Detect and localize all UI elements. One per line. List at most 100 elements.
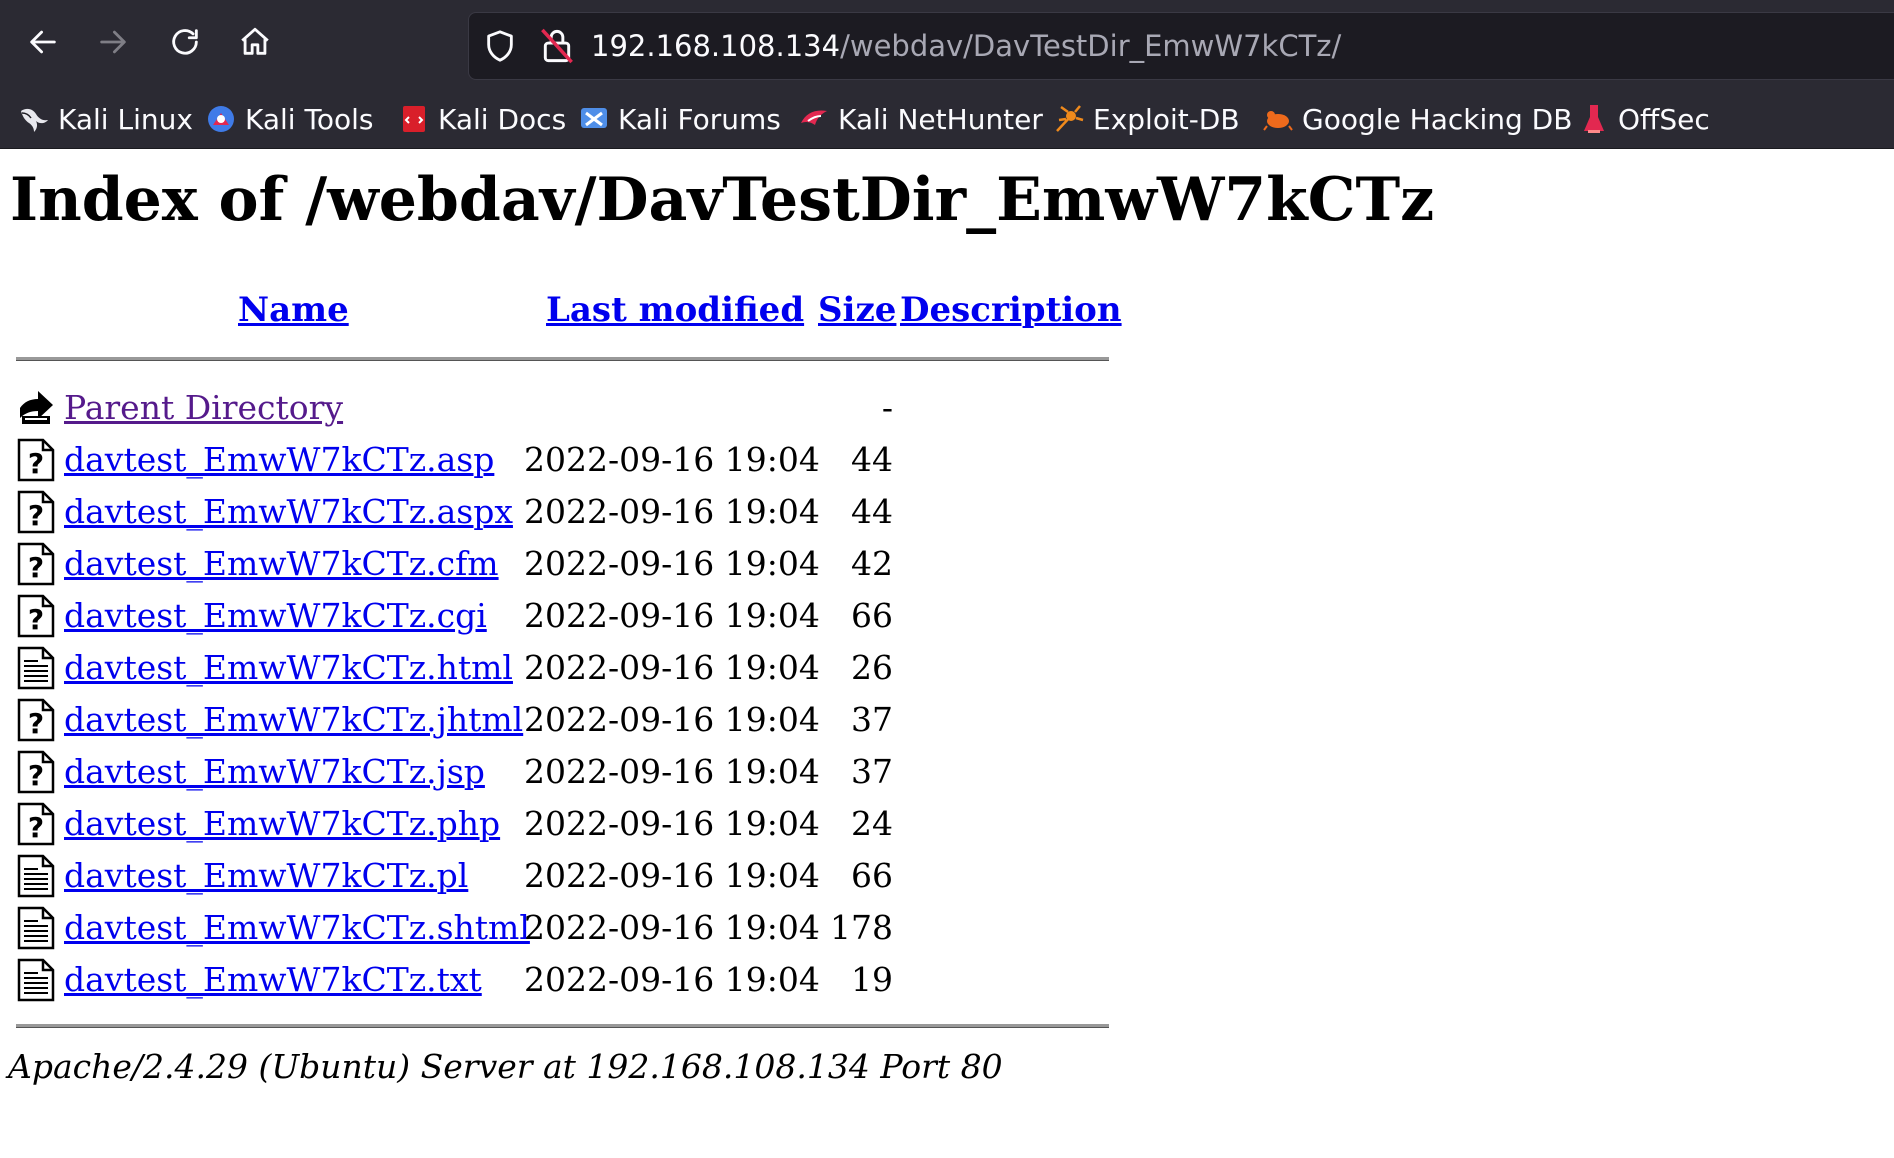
- file-link[interactable]: davtest_EmwW7kCTz.cfm: [64, 539, 499, 589]
- bookmark-label: Google Hacking DB: [1302, 102, 1573, 136]
- file-modified: 2022-09-16 19:04: [524, 752, 820, 791]
- shield-icon[interactable]: [483, 29, 517, 63]
- file-modified: 2022-09-16 19:04: [524, 804, 820, 843]
- ghdb-icon: [1263, 111, 1293, 131]
- text-file-icon: [17, 906, 55, 950]
- column-header-name[interactable]: Name: [238, 290, 349, 330]
- svg-text:?: ?: [28, 499, 44, 532]
- file-link[interactable]: davtest_EmwW7kCTz.shtml: [64, 903, 530, 953]
- svg-text:?: ?: [28, 551, 44, 584]
- svg-text:?: ?: [28, 603, 44, 636]
- text-file-icon: [17, 958, 55, 1002]
- bookmark-kali-forums[interactable]: Kali Forums: [578, 98, 781, 140]
- bookmark-google-hacking-db[interactable]: Google Hacking DB: [1262, 98, 1572, 140]
- file-link[interactable]: davtest_EmwW7kCTz.txt: [64, 955, 482, 1005]
- file-row: ? davtest_EmwW7kCTz.cfm 2022-09-16 19:04…: [0, 539, 1200, 589]
- file-size: 178: [830, 908, 893, 947]
- file-size: 24: [851, 804, 893, 843]
- file-row: davtest_EmwW7kCTz.txt 2022-09-16 19:04 1…: [0, 955, 1200, 1005]
- bookmark-kali-linux[interactable]: Kali Linux: [18, 98, 193, 140]
- back-folder-icon: [20, 391, 53, 424]
- file-row: ? davtest_EmwW7kCTz.cgi 2022-09-16 19:04…: [0, 591, 1200, 641]
- kali-forums-icon: [581, 108, 607, 128]
- arrow-left-icon: [30, 30, 56, 54]
- bookmark-label: Kali Forums: [618, 102, 781, 136]
- file-size: 44: [851, 492, 893, 531]
- offsec-icon: [1584, 105, 1604, 133]
- bookmarks-toolbar: Kali Linux Kali Tools Kali Docs Kali For…: [0, 90, 1894, 149]
- kali-nethunter-icon: [801, 110, 827, 125]
- unknown-file-icon: ?: [17, 594, 55, 638]
- file-size: -: [881, 388, 893, 427]
- back-button[interactable]: [18, 17, 68, 67]
- svg-text:?: ?: [28, 707, 44, 740]
- file-size: 19: [851, 960, 893, 999]
- column-header-size[interactable]: Size: [818, 290, 896, 330]
- file-modified: 2022-09-16 19:04: [524, 856, 820, 895]
- browser-toolbar: 192.168.108.134/webdav/DavTestDir_EmwW7k…: [0, 0, 1894, 90]
- insecure-lock-icon[interactable]: [539, 27, 575, 65]
- kali-docs-icon: [403, 106, 425, 132]
- bookmark-label: Exploit-DB: [1093, 102, 1240, 136]
- file-modified: 2022-09-16 19:04: [524, 492, 820, 531]
- file-link[interactable]: davtest_EmwW7kCTz.cgi: [64, 591, 487, 641]
- svg-text:?: ?: [28, 447, 44, 480]
- file-link[interactable]: davtest_EmwW7kCTz.jsp: [64, 747, 485, 797]
- parent-directory-row: Parent Directory -: [0, 383, 1200, 433]
- file-row: davtest_EmwW7kCTz.shtml 2022-09-16 19:04…: [0, 903, 1200, 953]
- divider-top: [16, 357, 1109, 361]
- file-size: 66: [851, 856, 893, 895]
- url-bar[interactable]: 192.168.108.134/webdav/DavTestDir_EmwW7k…: [468, 12, 1894, 80]
- page-content: Index of /webdav/DavTestDir_EmwW7kCTz Na…: [0, 149, 1894, 1158]
- bookmark-offsec[interactable]: OffSec: [1578, 98, 1710, 140]
- bookmark-kali-docs[interactable]: Kali Docs: [398, 98, 566, 140]
- bookmark-label: Kali NetHunter: [838, 102, 1043, 136]
- unknown-file-icon: ?: [17, 802, 55, 846]
- arrow-right-icon: [100, 30, 126, 54]
- bookmark-kali-nethunter[interactable]: Kali NetHunter: [798, 98, 1043, 140]
- column-header-description[interactable]: Description: [900, 290, 1122, 330]
- file-size: 42: [851, 544, 893, 583]
- forward-button[interactable]: [88, 17, 138, 67]
- bookmark-exploit-db[interactable]: Exploit-DB: [1053, 98, 1240, 140]
- file-size: 37: [851, 752, 893, 791]
- file-modified: 2022-09-16 19:04: [524, 440, 820, 479]
- home-icon: [241, 27, 269, 55]
- file-size: 37: [851, 700, 893, 739]
- file-link[interactable]: davtest_EmwW7kCTz.php: [64, 799, 500, 849]
- file-modified: 2022-09-16 19:04: [524, 960, 820, 999]
- unknown-file-icon: ?: [17, 490, 55, 534]
- exploit-db-icon: [1056, 105, 1084, 132]
- kali-dragon-icon: [21, 108, 48, 132]
- unknown-file-icon: ?: [17, 698, 55, 742]
- file-row: ? davtest_EmwW7kCTz.jsp 2022-09-16 19:04…: [0, 747, 1200, 797]
- bookmark-kali-tools[interactable]: Kali Tools: [205, 98, 373, 140]
- server-signature: Apache/2.4.29 (Ubuntu) Server at 192.168…: [8, 1047, 1003, 1086]
- file-modified: 2022-09-16 19:04: [524, 648, 820, 687]
- file-size: 44: [851, 440, 893, 479]
- file-row: ? davtest_EmwW7kCTz.asp 2022-09-16 19:04…: [0, 435, 1200, 485]
- file-link[interactable]: davtest_EmwW7kCTz.aspx: [64, 487, 513, 537]
- file-modified: 2022-09-16 19:04: [524, 544, 820, 583]
- parent-directory-link[interactable]: Parent Directory: [64, 383, 343, 433]
- url-host: 192.168.108.134: [591, 29, 841, 63]
- file-row: davtest_EmwW7kCTz.pl 2022-09-16 19:04 66: [0, 851, 1200, 901]
- unknown-file-icon: ?: [17, 750, 55, 794]
- file-link[interactable]: davtest_EmwW7kCTz.jhtml: [64, 695, 523, 745]
- file-row: ? davtest_EmwW7kCTz.php 2022-09-16 19:04…: [0, 799, 1200, 849]
- text-file-icon: [17, 854, 55, 898]
- file-link[interactable]: davtest_EmwW7kCTz.html: [64, 643, 513, 693]
- unknown-file-icon: ?: [17, 438, 55, 482]
- file-link[interactable]: davtest_EmwW7kCTz.pl: [64, 851, 468, 901]
- column-header-last-modified[interactable]: Last modified: [546, 290, 804, 330]
- bookmark-label: OffSec: [1618, 102, 1710, 136]
- file-link[interactable]: davtest_EmwW7kCTz.asp: [64, 435, 494, 485]
- home-button[interactable]: [230, 17, 280, 67]
- url-text[interactable]: 192.168.108.134/webdav/DavTestDir_EmwW7k…: [591, 27, 1341, 65]
- bookmark-label: Kali Docs: [438, 102, 567, 136]
- reload-button[interactable]: [160, 17, 210, 67]
- svg-text:?: ?: [28, 759, 44, 792]
- divider-bottom: [16, 1024, 1109, 1028]
- file-size: 26: [851, 648, 893, 687]
- bookmark-label: Kali Linux: [58, 102, 193, 136]
